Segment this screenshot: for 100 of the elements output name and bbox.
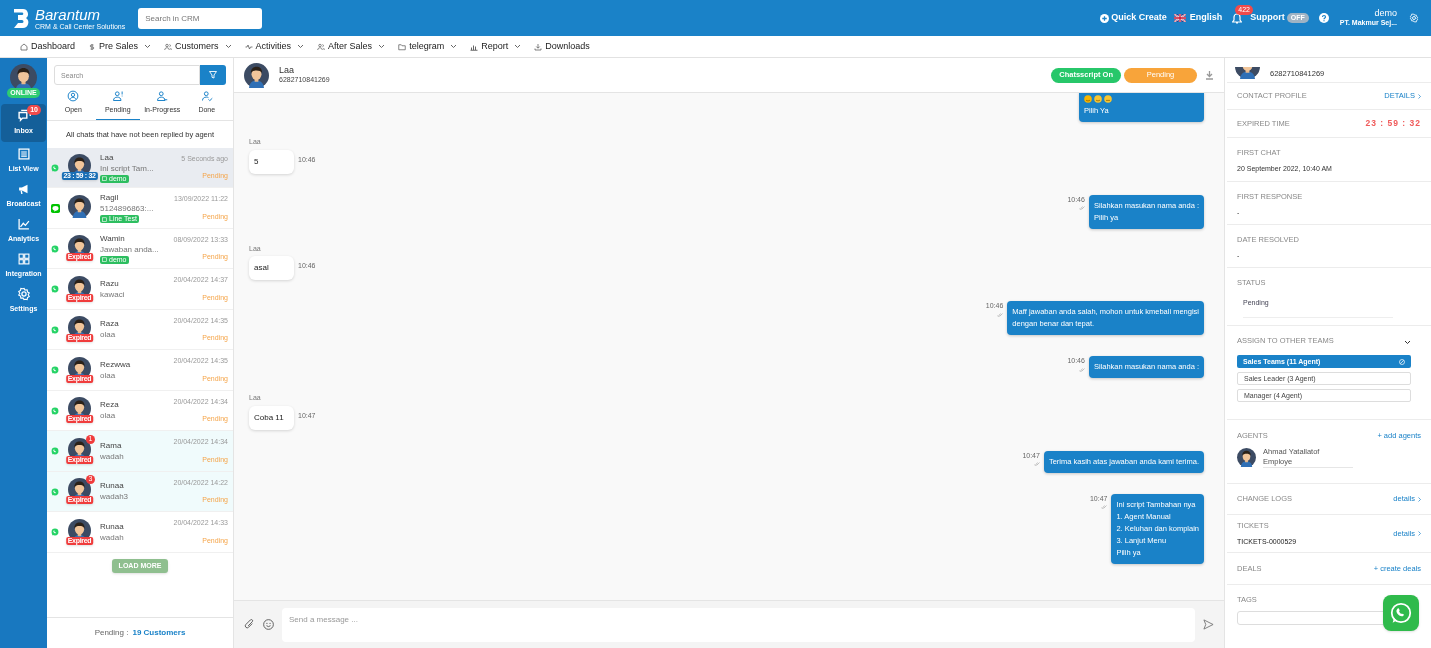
contact-name: Laa bbox=[279, 65, 296, 75]
menu-item[interactable]: Report bbox=[470, 39, 522, 54]
user-circle-icon bbox=[67, 90, 80, 102]
whatsapp-icon bbox=[51, 528, 59, 536]
whatsapp-icon bbox=[51, 244, 59, 253]
double-check-icon bbox=[1078, 367, 1085, 372]
help-icon[interactable] bbox=[1318, 13, 1329, 23]
calendar-icon bbox=[102, 176, 107, 181]
message-preview: olaa bbox=[100, 329, 117, 340]
avatar bbox=[68, 194, 91, 218]
contact-name: Wamin bbox=[100, 233, 126, 244]
user-name: demo bbox=[1374, 8, 1397, 18]
paperclip-icon[interactable] bbox=[244, 619, 255, 630]
megaphone-icon bbox=[16, 182, 31, 197]
message-preview: wadah bbox=[100, 450, 125, 462]
whatsapp-icon bbox=[51, 487, 59, 496]
double-check-icon bbox=[1078, 206, 1085, 210]
menu-item[interactable]: Customers bbox=[164, 39, 232, 54]
menu-item[interactable]: After Sales bbox=[317, 39, 386, 54]
message-preview: olaa bbox=[100, 369, 117, 381]
emoji-icon bbox=[1084, 95, 1112, 103]
avatar bbox=[1237, 448, 1256, 468]
chevron-down-icon[interactable] bbox=[1404, 340, 1411, 345]
send-icon[interactable] bbox=[1203, 619, 1214, 630]
dollar-icon bbox=[88, 42, 97, 51]
search-field[interactable]: Search in CRM bbox=[138, 7, 263, 29]
chat-bubble-icon bbox=[51, 203, 60, 213]
pending-count: 19 Customers bbox=[132, 627, 186, 639]
chevron-down-icon bbox=[514, 44, 522, 49]
chevron-down-icon bbox=[450, 44, 458, 49]
chevron-right-icon bbox=[1418, 496, 1421, 502]
chevron-down-icon bbox=[378, 44, 386, 49]
incoming-message: Coba 11 bbox=[249, 405, 294, 430]
whatsapp-icon bbox=[51, 163, 59, 172]
double-check-icon bbox=[1033, 462, 1040, 466]
menu-item[interactable]: Pre Sales bbox=[88, 39, 152, 54]
users-icon bbox=[164, 42, 173, 51]
whatsapp-button[interactable] bbox=[1383, 595, 1419, 631]
contact-name: Razu bbox=[100, 278, 120, 289]
home-icon bbox=[20, 42, 28, 51]
whatsapp-icon bbox=[51, 325, 59, 334]
pending-label: Pending : bbox=[94, 627, 129, 639]
pulse-icon bbox=[244, 42, 253, 51]
contact-name: Raza bbox=[100, 319, 120, 329]
plus-circle-icon bbox=[1100, 13, 1110, 23]
message-preview: wadah bbox=[100, 531, 125, 543]
folder-icon bbox=[398, 42, 407, 51]
message-preview: wadah3 bbox=[100, 491, 130, 502]
filter-button[interactable] bbox=[200, 65, 226, 85]
download-icon[interactable] bbox=[1205, 70, 1214, 80]
calendar-icon bbox=[102, 257, 107, 262]
menu-item[interactable]: telegram bbox=[398, 39, 458, 54]
settings-icon bbox=[16, 287, 31, 302]
users-icon bbox=[317, 42, 326, 51]
brand-name: Barantum bbox=[35, 6, 102, 22]
incoming-message: 5 bbox=[249, 149, 294, 174]
contact-name: Reza bbox=[100, 400, 120, 410]
avatar bbox=[244, 62, 269, 88]
message-preview: 5124896863:... bbox=[100, 203, 155, 214]
message-preview: Ini script Tam... bbox=[100, 162, 155, 174]
line-chart-icon bbox=[16, 217, 31, 232]
user-check-icon bbox=[200, 90, 213, 102]
contact-name: Rama bbox=[100, 440, 123, 451]
contact-name: Runaa bbox=[100, 481, 125, 491]
contact-name: Ragil bbox=[100, 193, 120, 203]
quick-create-button[interactable]: Quick Create bbox=[1100, 11, 1167, 25]
menu-item[interactable]: Dashboard bbox=[20, 39, 76, 54]
user-progress-icon bbox=[156, 90, 169, 102]
contact-name: Rezwwa bbox=[100, 359, 132, 370]
message-input[interactable]: Send a message ... bbox=[282, 607, 1195, 642]
chevron-right-icon bbox=[1418, 531, 1421, 536]
avatar bbox=[10, 64, 37, 91]
message-preview: olaa bbox=[100, 410, 117, 421]
flag-icon bbox=[1173, 14, 1186, 22]
contact-name: Laa bbox=[100, 152, 115, 163]
contact-name: Runaa bbox=[100, 521, 125, 532]
countdown-timer: 23 : 59 : 32 bbox=[1365, 117, 1421, 130]
double-check-icon bbox=[1101, 505, 1108, 509]
chevron-down-icon bbox=[144, 44, 152, 49]
download-icon bbox=[534, 42, 543, 51]
menu-item[interactable]: Downloads bbox=[534, 39, 590, 54]
chevron-right-icon bbox=[1418, 93, 1421, 99]
settings-icon[interactable] bbox=[1409, 13, 1419, 23]
check-circle-icon bbox=[1399, 358, 1405, 365]
whatsapp-icon bbox=[51, 366, 59, 374]
whatsapp-icon bbox=[51, 447, 59, 455]
grid-icon bbox=[16, 252, 31, 267]
language-selector[interactable]: English bbox=[1173, 11, 1223, 25]
incoming-message: asal bbox=[249, 256, 294, 280]
filter-icon bbox=[209, 71, 217, 79]
message-preview: kawaci bbox=[100, 288, 126, 300]
double-check-icon bbox=[997, 312, 1004, 317]
user-alert-icon bbox=[111, 90, 124, 102]
message-preview: Jawaban anda... bbox=[100, 243, 160, 255]
menu-item[interactable]: Activities bbox=[244, 39, 305, 54]
chevron-down-icon bbox=[224, 44, 232, 49]
bell-icon[interactable] bbox=[1232, 12, 1243, 24]
whatsapp-icon bbox=[51, 406, 59, 415]
whatsapp-icon bbox=[51, 285, 59, 293]
emoji-icon[interactable] bbox=[263, 619, 274, 630]
